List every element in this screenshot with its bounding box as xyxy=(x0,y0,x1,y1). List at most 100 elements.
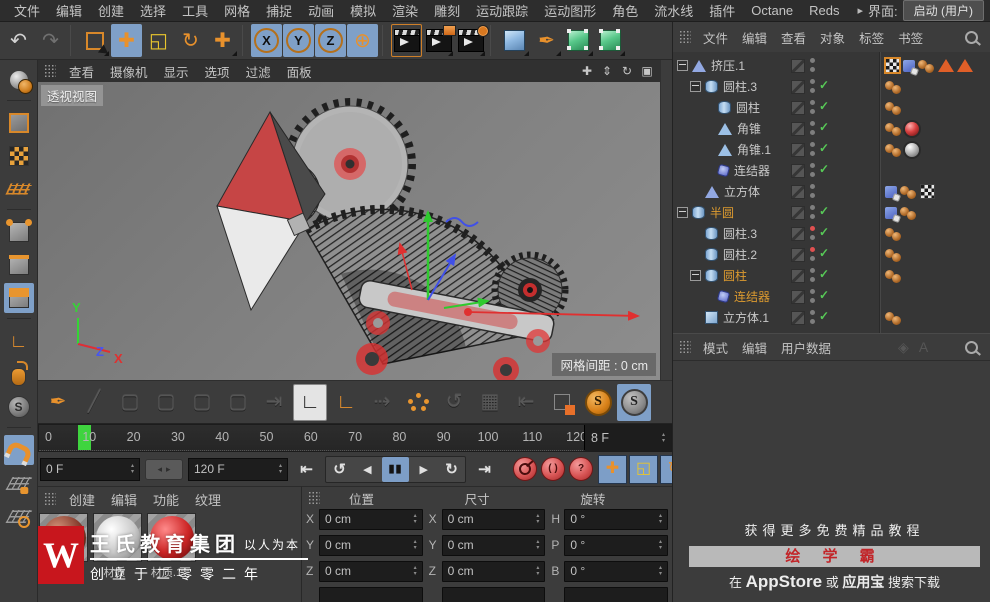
render-visibility-toggle[interactable] xyxy=(791,59,805,73)
planar-workplane-button[interactable] xyxy=(4,501,34,531)
stepper-down-icon[interactable]: ▾ xyxy=(414,519,417,525)
texture-mode-button[interactable] xyxy=(4,141,34,171)
coordinate-field[interactable] xyxy=(319,586,423,602)
triangle-tag-icon[interactable] xyxy=(938,59,954,72)
material-thumbnail[interactable] xyxy=(147,513,196,562)
coordinate-field[interactable]: 0 cm ▴ ▾ xyxy=(319,560,423,582)
viewport-menu-item-5[interactable]: 面板 xyxy=(279,62,320,81)
object-manager-menu-item-4[interactable]: 标签 xyxy=(852,28,891,47)
object-manager-menu-item-5[interactable]: 书签 xyxy=(891,28,930,47)
ghost-gizmo-icon[interactable]: ◈ xyxy=(898,339,909,355)
gear-sector[interactable] xyxy=(286,204,537,365)
range-start-field[interactable]: 0 F ▴ ▾ xyxy=(40,457,140,481)
record-keyframe-button[interactable] xyxy=(513,457,537,481)
enabled-check-icon[interactable]: ✓ xyxy=(819,225,829,239)
stepper-down-icon[interactable]: ▾ xyxy=(659,571,662,577)
tree-row[interactable]: 圆柱.2 ✓ xyxy=(673,244,990,265)
main-menu-item-16[interactable]: Octane xyxy=(743,3,801,18)
attribute-manager-menu-item-2[interactable]: 用户数据 xyxy=(774,338,838,357)
phong-tag-icon[interactable] xyxy=(885,248,902,262)
field-stepper-icon[interactable]: ▴ ▾ xyxy=(659,539,662,551)
main-menu-item-2[interactable]: 创建 xyxy=(90,1,132,20)
stepper-down-icon[interactable]: ▾ xyxy=(662,438,665,444)
axis-edit-button[interactable]: ∟ xyxy=(293,383,327,421)
material-manager-menu-item-2[interactable]: 功能 xyxy=(145,490,187,509)
timeline-ruler[interactable]: 0 10 20 30 40 50 60 70 80 90 100 110 120 xyxy=(39,425,585,451)
render-visibility-toggle[interactable] xyxy=(791,185,805,199)
stepper-down-icon[interactable]: ▾ xyxy=(279,469,282,475)
tree-row[interactable]: 立方体 xyxy=(673,181,990,202)
main-menu-item-3[interactable]: 选择 xyxy=(132,1,174,20)
key-rotation-toggle[interactable]: ↻ xyxy=(660,454,672,484)
lock-y-axis-button[interactable]: Y xyxy=(283,24,314,57)
redo-button[interactable]: ↷ xyxy=(35,24,66,57)
field-stepper-icon[interactable]: ▴ ▾ xyxy=(536,513,539,525)
collapse-toggle-icon[interactable] xyxy=(677,207,688,218)
main-menu-item-12[interactable]: 运动图形 xyxy=(536,1,604,20)
workplane-mode-button[interactable] xyxy=(4,174,34,204)
field-stepper-icon[interactable]: ▴ ▾ xyxy=(131,463,134,475)
tree-row[interactable]: 圆柱.3 ✓ xyxy=(673,76,990,97)
edges-mode-button[interactable] xyxy=(4,250,34,280)
visibility-dots-toggle[interactable] xyxy=(810,184,816,198)
visibility-dots-toggle[interactable] xyxy=(810,205,816,219)
quantize-button[interactable]: ▦ xyxy=(473,384,507,421)
tree-row[interactable]: 圆柱 ✓ xyxy=(673,97,990,118)
range-end-field[interactable]: 120 F ▴ ▾ xyxy=(188,457,288,481)
play-backwards-button[interactable]: ↺ xyxy=(326,457,353,482)
stepper-down-icon[interactable]: ▾ xyxy=(414,571,417,577)
enabled-check-icon[interactable]: ✓ xyxy=(819,162,829,176)
coordinate-field[interactable]: 0 cm ▴ ▾ xyxy=(319,534,423,556)
phong-tag-icon[interactable] xyxy=(885,122,902,136)
main-menu-item-10[interactable]: 雕刻 xyxy=(426,1,468,20)
visibility-dots-toggle[interactable] xyxy=(810,310,816,324)
autokey-button[interactable]: ( ) xyxy=(541,457,565,481)
main-menu-item-15[interactable]: 插件 xyxy=(701,1,743,20)
render-visibility-toggle[interactable] xyxy=(791,206,805,220)
stepper-up-icon[interactable]: ▴ xyxy=(414,565,417,571)
render-visibility-toggle[interactable] xyxy=(791,143,805,157)
snap-settings-button[interactable]: S xyxy=(4,392,34,422)
visibility-dots-toggle[interactable] xyxy=(810,58,816,72)
transfer-tool-button[interactable]: ⇢ xyxy=(365,384,399,421)
panel-grip-icon[interactable] xyxy=(679,30,691,44)
tree-row[interactable]: 立方体.1 ✓ xyxy=(673,307,990,328)
last-tool-button[interactable]: ✚ xyxy=(207,24,238,57)
snap-inactive-button[interactable]: S xyxy=(617,383,651,421)
tree-row[interactable]: 角锥 ✓ xyxy=(673,118,990,139)
main-menu-item-4[interactable]: 工具 xyxy=(174,1,216,20)
main-menu-item-0[interactable]: 文件 xyxy=(6,1,48,20)
stepper-down-icon[interactable]: ▾ xyxy=(414,545,417,551)
visibility-dots-toggle[interactable] xyxy=(810,121,816,135)
stepper-down-icon[interactable]: ▾ xyxy=(536,519,539,525)
enabled-check-icon[interactable]: ✓ xyxy=(819,141,829,155)
snap-active-button[interactable]: S xyxy=(581,384,615,421)
enabled-check-icon[interactable]: ✓ xyxy=(819,288,829,302)
live-selection-button[interactable] xyxy=(79,24,110,57)
visibility-dots-toggle[interactable] xyxy=(810,79,816,93)
field-stepper-icon[interactable]: ▴ ▾ xyxy=(414,565,417,577)
phong-tag-icon[interactable] xyxy=(885,227,902,241)
main-menu-item-5[interactable]: 网格 xyxy=(216,1,258,20)
phong-tag-icon[interactable] xyxy=(918,59,935,73)
collapse-toggle-icon[interactable] xyxy=(690,270,701,281)
selection-filter-button[interactable] xyxy=(545,384,579,421)
tree-row[interactable]: 圆柱 ✓ xyxy=(673,265,990,286)
polygon-tool-2-button[interactable]: ▢ xyxy=(149,384,183,421)
collapse-toggle-icon[interactable] xyxy=(690,81,701,92)
enabled-check-icon[interactable]: ✓ xyxy=(819,246,829,260)
reset-psr-button[interactable]: ↺ xyxy=(437,384,471,421)
phong-tag-icon[interactable] xyxy=(900,185,917,199)
object-manager-menu-item-0[interactable]: 文件 xyxy=(696,28,735,47)
main-menu-item-13[interactable]: 角色 xyxy=(604,1,646,20)
field-stepper-icon[interactable]: ▴ ▾ xyxy=(536,539,539,551)
tree-row[interactable]: 连结器 ✓ xyxy=(673,286,990,307)
viewport-rotate-button[interactable]: ↻ xyxy=(618,62,636,80)
view-label[interactable]: 透视视图 xyxy=(41,85,104,106)
phong-tag-icon[interactable] xyxy=(885,269,902,283)
viewport-menu-item-2[interactable]: 显示 xyxy=(156,62,197,81)
stepper-up-icon[interactable]: ▴ xyxy=(536,565,539,571)
add-generator-button[interactable] xyxy=(563,24,594,57)
render-visibility-toggle[interactable] xyxy=(791,164,805,178)
stepper-up-icon[interactable]: ▴ xyxy=(662,432,665,438)
